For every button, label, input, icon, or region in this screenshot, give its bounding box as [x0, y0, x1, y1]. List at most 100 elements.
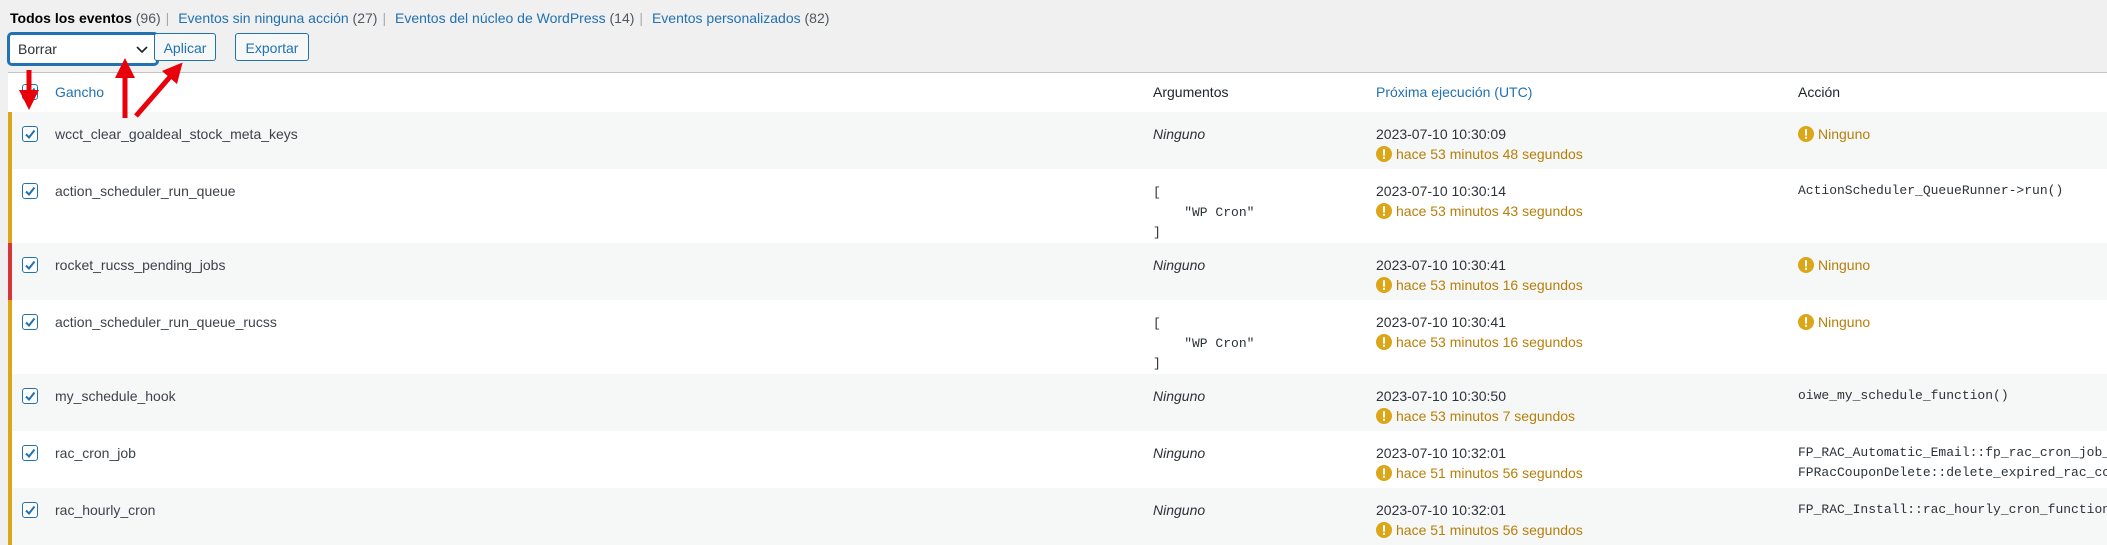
status-bar: [8, 488, 12, 545]
relative-time: hace 53 minutos 7 segundos: [1396, 408, 1576, 424]
row-checkbox[interactable]: [22, 502, 38, 518]
next-run-date: 2023-07-10 10:32:01: [1376, 445, 1506, 461]
hook-name: rocket_rucss_pending_jobs: [55, 257, 226, 273]
column-header-hook[interactable]: Gancho: [55, 73, 104, 111]
chevron-down-icon: [136, 46, 148, 54]
relative-time: hace 51 minutos 56 segundos: [1396, 465, 1583, 481]
action-callback: Ninguno: [1818, 257, 1871, 273]
table-row: action_scheduler_run_queue_rucss [ "WP Cr…: [8, 300, 2107, 374]
hook-arguments: [ "WP Cron" ]: [1153, 316, 1255, 371]
next-run-date: 2023-07-10 10:30:14: [1376, 183, 1506, 199]
next-run: 2023-07-10 10:30:41 hace 53 minutos 16 se…: [1376, 312, 1583, 352]
hook-arguments: Ninguno: [1153, 388, 1206, 404]
hook-arguments: Ninguno: [1153, 257, 1206, 273]
warning-icon: [1376, 334, 1392, 350]
next-run-relative: hace 51 minutos 56 segundos: [1376, 520, 1583, 540]
next-run-relative: hace 53 minutos 43 segundos: [1376, 201, 1583, 221]
next-run-date: 2023-07-10 10:30:50: [1376, 388, 1506, 404]
table-row: my_schedule_hook Ninguno 2023-07-10 10:30:…: [8, 374, 2107, 431]
status-bar: [8, 243, 12, 300]
hook-action: oiwe_my_schedule_function(): [1798, 386, 2009, 406]
hook-name: action_scheduler_run_queue_rucss: [55, 314, 277, 330]
next-run-date: 2023-07-10 10:30:09: [1376, 126, 1506, 142]
column-header-next-run[interactable]: Próxima ejecución (UTC): [1376, 73, 1532, 111]
column-header-action: Acción: [1798, 84, 1841, 100]
next-run: 2023-07-10 10:30:50 hace 53 minutos 7 seg…: [1376, 386, 1575, 426]
checkmark-icon: [25, 129, 36, 140]
view-no-action-count: (27): [352, 10, 378, 26]
hook-action: Ninguno: [1798, 255, 1870, 275]
row-checkbox[interactable]: [22, 183, 38, 199]
hook-arguments: Ninguno: [1153, 445, 1206, 461]
view-core-events[interactable]: Eventos del núcleo de WordPress: [395, 10, 606, 26]
view-all-count: (96): [135, 10, 161, 26]
hook-action: Ninguno: [1798, 124, 1870, 144]
hook-arguments: Ninguno: [1153, 502, 1206, 518]
hook-name: my_schedule_hook: [55, 388, 176, 404]
next-run: 2023-07-10 10:32:01 hace 51 minutos 56 se…: [1376, 500, 1583, 540]
table-row: rac_cron_job Ninguno 2023-07-10 10:32:01 ha…: [8, 431, 2107, 488]
relative-time: hace 53 minutos 43 segundos: [1396, 203, 1583, 219]
relative-time: hace 53 minutos 16 segundos: [1396, 334, 1583, 350]
row-checkbox[interactable]: [22, 257, 38, 273]
select-all-header: [22, 73, 38, 111]
apply-button[interactable]: Aplicar: [154, 33, 216, 61]
next-run: 2023-07-10 10:32:01 hace 51 minutos 56 se…: [1376, 443, 1583, 483]
status-bar: [8, 169, 12, 243]
hook-name: wcct_clear_goaldeal_stock_meta_keys: [55, 126, 298, 142]
events-table: Gancho Argumentos Próxima ejecución (UTC…: [8, 72, 2107, 545]
select-all-checkbox[interactable]: [22, 84, 38, 100]
bulk-action-select[interactable]: Borrar: [8, 33, 158, 65]
view-separator: |: [165, 10, 170, 26]
hook-name: action_scheduler_run_queue: [55, 183, 236, 199]
status-bar: [8, 431, 12, 488]
warning-icon: [1376, 146, 1392, 162]
checkmark-icon: [25, 505, 36, 516]
table-row: rac_hourly_cron Ninguno 2023-07-10 10:32:0…: [8, 488, 2107, 545]
hook-arguments: Ninguno: [1153, 126, 1206, 142]
warning-icon: [1376, 522, 1392, 538]
view-custom-events[interactable]: Eventos personalizados: [652, 10, 801, 26]
event-views: Todos los eventos (96) | Eventos sin ning…: [10, 8, 829, 28]
view-all-events[interactable]: Todos los eventos: [10, 10, 132, 26]
row-checkbox[interactable]: [22, 388, 38, 404]
hook-action: FP_RAC_Install::rac_hourly_cron_function…: [1798, 500, 2107, 520]
hook-name: rac_cron_job: [55, 445, 136, 461]
table-row: action_scheduler_run_queue [ "WP Cron" ] 2…: [8, 169, 2107, 243]
view-separator: |: [382, 10, 387, 26]
relative-time: hace 53 minutos 48 segundos: [1396, 146, 1583, 162]
next-run: 2023-07-10 10:30:41 hace 53 minutos 16 se…: [1376, 255, 1583, 295]
action-callback: FPRacCouponDelete::delete_expired_rac_co…: [1798, 465, 2107, 480]
next-run-relative: hace 53 minutos 48 segundos: [1376, 144, 1583, 164]
action-callback: Ninguno: [1818, 314, 1871, 330]
warning-icon: [1798, 126, 1814, 142]
status-bar: [8, 374, 12, 431]
relative-time: hace 51 minutos 56 segundos: [1396, 522, 1583, 538]
row-checkbox[interactable]: [22, 126, 38, 142]
hook-action: FP_RAC_Automatic_Email::fp_rac_cron_job_…: [1798, 443, 2107, 483]
row-checkbox[interactable]: [22, 314, 38, 330]
hook-action: ActionScheduler_QueueRunner->run(): [1798, 181, 2063, 201]
hook-arguments: [ "WP Cron" ]: [1153, 185, 1255, 240]
view-custom-count: (82): [804, 10, 830, 26]
next-run-relative: hace 53 minutos 7 segundos: [1376, 406, 1575, 426]
next-run-date: 2023-07-10 10:30:41: [1376, 257, 1506, 273]
column-header-args: Argumentos: [1153, 84, 1229, 100]
action-callback: oiwe_my_schedule_function(): [1798, 388, 2009, 403]
next-run: 2023-07-10 10:30:09 hace 53 minutos 48 se…: [1376, 124, 1583, 164]
warning-icon: [1376, 408, 1392, 424]
action-callback: ActionScheduler_QueueRunner->run(): [1798, 183, 2064, 198]
row-checkbox[interactable]: [22, 445, 38, 461]
view-core-count: (14): [609, 10, 635, 26]
warning-icon: [1798, 257, 1814, 273]
view-separator: |: [639, 10, 644, 26]
warning-icon: [1798, 314, 1814, 330]
export-button[interactable]: Exportar: [235, 33, 309, 61]
view-events-no-action[interactable]: Eventos sin ninguna acción: [178, 10, 348, 26]
next-run-relative: hace 53 minutos 16 segundos: [1376, 275, 1583, 295]
next-run-relative: hace 53 minutos 16 segundos: [1376, 332, 1583, 352]
action-callback: FP_RAC_Automatic_Email::fp_rac_cron_job_…: [1798, 445, 2107, 460]
status-bar: [8, 112, 12, 169]
checkmark-icon: [25, 317, 36, 328]
checkmark-icon: [25, 87, 36, 98]
